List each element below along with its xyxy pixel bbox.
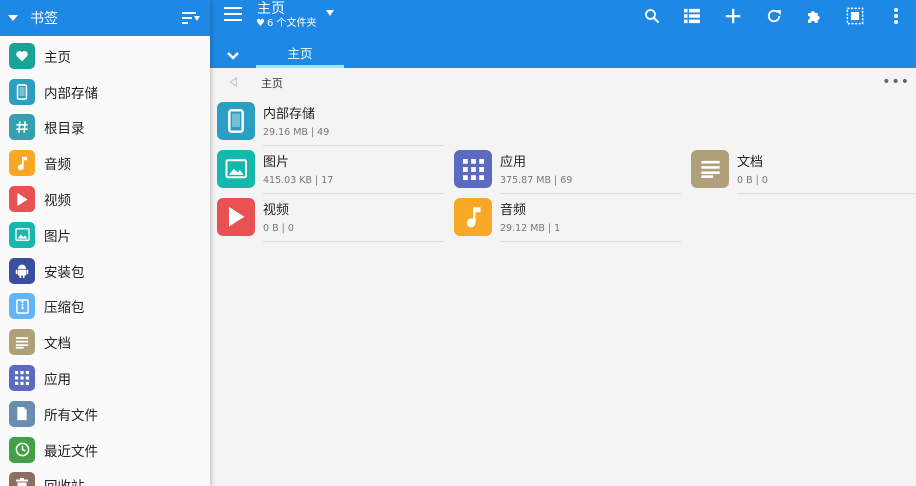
sidebar-item-all-files[interactable]: 所有文件 — [0, 396, 210, 432]
sidebar-item-label: 最近文件 — [44, 443, 98, 460]
apps-grid-icon — [454, 150, 492, 188]
sidebar-item-archives[interactable]: 压缩包 — [0, 289, 210, 325]
folder-name: 音频 — [500, 203, 527, 218]
image-icon — [9, 221, 35, 248]
sidebar-item-images[interactable]: 图片 — [0, 217, 210, 253]
divider — [500, 241, 681, 242]
android-icon — [9, 257, 35, 284]
select-all-icon[interactable] — [835, 0, 876, 32]
document-icon — [9, 329, 35, 356]
divider — [263, 193, 444, 194]
search-icon[interactable] — [631, 0, 672, 32]
folder-meta: 375.87 MB | 69 — [500, 175, 573, 186]
music-note-icon — [9, 150, 35, 177]
app-bar: 主页 ♥ 6 个文件夹 主页 — [210, 0, 916, 68]
folder-meta: 0 B | 0 — [737, 175, 768, 186]
image-icon — [217, 150, 255, 188]
tab-home[interactable]: 主页 — [256, 36, 344, 68]
hash-icon — [9, 114, 35, 141]
sidebar-item-audio[interactable]: 音频 — [0, 145, 210, 181]
folder-name: 视频 — [263, 203, 290, 218]
folder-tile-images[interactable]: 图片 415.03 KB | 17 — [210, 150, 444, 195]
folder-tile-video[interactable]: 视频 0 B | 0 — [210, 198, 444, 243]
apps-grid-icon — [9, 365, 35, 392]
sidebar-item-documents[interactable]: 文档 — [0, 324, 210, 360]
sidebar-item-label: 根目录 — [44, 121, 85, 138]
sidebar-item-root[interactable]: 根目录 — [0, 110, 210, 146]
sidebar-item-label: 图片 — [44, 228, 71, 245]
bookmarks-drawer: 书签 主页 内部存储 根目录 音频 视频 图片 安装包 压缩包 文档 应用 所有… — [0, 0, 210, 486]
folder-meta: 29.12 MB | 1 — [500, 223, 561, 234]
folder-name: 内部存储 — [263, 107, 316, 122]
play-icon — [217, 198, 255, 236]
folder-count: ♥ 6 个文件夹 — [256, 18, 317, 30]
drawer-header: 书签 — [0, 0, 210, 36]
drawer-collapse-caret-icon[interactable] — [8, 15, 18, 21]
archive-icon — [9, 293, 35, 320]
sidebar-item-label: 安装包 — [44, 264, 85, 281]
more-vert-icon[interactable] — [875, 0, 916, 32]
phone-icon — [9, 78, 35, 105]
sidebar-item-home[interactable]: 主页 — [0, 38, 210, 74]
sidebar-item-label: 视频 — [44, 193, 71, 210]
divider — [737, 193, 916, 194]
music-note-icon — [454, 198, 492, 236]
heart-icon — [9, 42, 35, 69]
folder-tile-apps[interactable]: 应用 375.87 MB | 69 — [447, 150, 681, 195]
more-horiz-icon[interactable]: ••• — [882, 74, 910, 90]
divider — [500, 193, 681, 194]
sidebar-item-label: 文档 — [44, 336, 71, 353]
sidebar-item-label: 应用 — [44, 372, 71, 389]
sort-icon[interactable] — [182, 11, 200, 25]
trash-icon — [9, 472, 35, 486]
sidebar-item-apps[interactable]: 应用 — [0, 360, 210, 396]
puzzle-icon[interactable] — [794, 0, 835, 32]
sidebar-item-label: 回收站 — [44, 475, 85, 486]
folder-meta: 29.16 MB | 49 — [263, 127, 330, 138]
sidebar-item-recent[interactable]: 最近文件 — [0, 432, 210, 468]
bookmark-list: 主页 内部存储 根目录 音频 视频 图片 安装包 压缩包 文档 应用 所有文件 … — [0, 36, 210, 486]
clock-icon — [9, 436, 35, 463]
sidebar-item-label: 音频 — [44, 157, 71, 174]
sidebar-item-label: 所有文件 — [44, 407, 98, 424]
chevron-down-icon[interactable] — [226, 45, 240, 64]
folder-name: 应用 — [500, 155, 527, 170]
folder-count-text: 6 个文件夹 — [266, 18, 317, 29]
drawer-title: 书签 — [30, 11, 58, 27]
document-icon — [691, 150, 729, 188]
folder-meta: 415.03 KB | 17 — [263, 175, 334, 186]
folder-meta: 0 B | 0 — [263, 223, 294, 234]
sidebar-item-label: 压缩包 — [44, 300, 85, 317]
back-arrow-icon[interactable] — [229, 77, 237, 87]
sidebar-item-internal-storage[interactable]: 内部存储 — [0, 74, 210, 110]
file-icon — [9, 400, 35, 427]
folder-tile-audio[interactable]: 音频 29.12 MB | 1 — [447, 198, 681, 243]
phone-icon — [217, 102, 255, 140]
breadcrumb[interactable]: 主页 — [261, 75, 283, 91]
title-dropdown-icon[interactable] — [326, 10, 334, 16]
page-title: 主页 — [257, 1, 285, 17]
list-view-icon[interactable] — [672, 0, 713, 32]
sidebar-item-label: 内部存储 — [44, 85, 98, 102]
refresh-icon[interactable] — [753, 0, 794, 32]
divider — [263, 145, 444, 146]
sidebar-item-video[interactable]: 视频 — [0, 181, 210, 217]
menu-icon[interactable] — [224, 7, 242, 21]
file-browser: 主页 ••• 内部存储 29.16 MB | 49 图片 415.03 KB |… — [210, 68, 916, 486]
sidebar-item-apk[interactable]: 安装包 — [0, 253, 210, 289]
add-icon[interactable] — [713, 0, 754, 32]
sidebar-item-trash[interactable]: 回收站 — [0, 468, 210, 486]
folder-name: 图片 — [263, 155, 290, 170]
heart-icon: ♥ — [256, 18, 265, 29]
play-icon — [9, 186, 35, 213]
sidebar-item-label: 主页 — [44, 49, 71, 66]
toolbar-actions — [631, 0, 916, 32]
folder-tile-internal-storage[interactable]: 内部存储 29.16 MB | 49 — [210, 102, 444, 147]
divider — [263, 241, 444, 242]
folder-tile-documents[interactable]: 文档 0 B | 0 — [684, 150, 916, 195]
folder-name: 文档 — [737, 155, 764, 170]
